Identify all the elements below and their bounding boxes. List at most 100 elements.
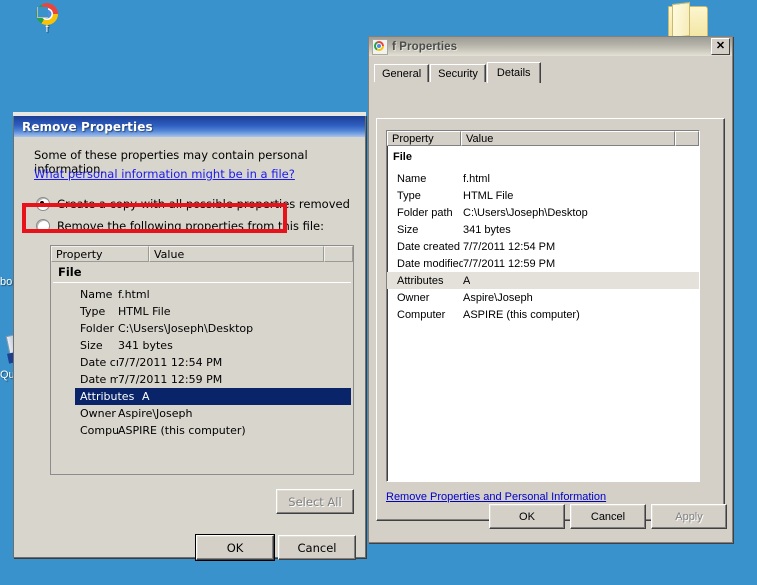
column-header-value[interactable]: Value (149, 246, 324, 262)
row-value: Aspire\Joseph (118, 407, 193, 420)
ok-button[interactable]: OK (195, 534, 275, 561)
row-property: Size (80, 339, 103, 352)
table-row[interactable]: Owner Aspire\Joseph (51, 405, 353, 422)
row-property: Owner (397, 291, 430, 304)
row-value: C:\Users\Joseph\Desktop (118, 322, 254, 335)
chrome-html-file-icon (16, 3, 78, 26)
row-property: Computer (397, 308, 446, 321)
remove-rows: Name f.html Type HTML File Folder path C… (51, 286, 353, 439)
row-value: f.html (463, 172, 490, 185)
table-row[interactable]: Size 341 bytes (51, 337, 353, 354)
row-value: ASPIRE (this computer) (463, 308, 580, 321)
table-row-selected[interactable]: Attributes A (75, 388, 351, 405)
tab-general[interactable]: General (374, 64, 430, 82)
desktop-background: f bo Qu f Properties ✕ General Security (0, 0, 757, 585)
details-rows: Name f.html Type HTML File Folder path C… (387, 170, 699, 323)
select-all-button: Select All (276, 489, 354, 514)
row-value: HTML File (118, 305, 171, 318)
radio-create-copy[interactable]: Create a copy with all possible properti… (36, 197, 350, 211)
remove-group-file: File (58, 265, 82, 279)
row-value: 7/7/2011 12:59 PM (118, 373, 223, 386)
column-header-value[interactable]: Value (461, 131, 675, 146)
row-value: HTML File (463, 189, 514, 202)
desktop-icon-f[interactable]: f (16, 3, 78, 35)
table-row[interactable]: Folder path C:\Users\Joseph\Desktop (387, 204, 699, 221)
row-property: Date created (80, 356, 118, 369)
table-row[interactable]: Date created 7/7/2011 12:54 PM (387, 238, 699, 255)
row-property: Folder path (80, 322, 118, 335)
table-row[interactable]: Name f.html (51, 286, 353, 303)
remove-listview[interactable]: Property Value File Name f.html Type HTM… (50, 245, 354, 475)
table-row[interactable]: Computer ASPIRE (this computer) (51, 422, 353, 439)
details-listview-header: Property Value (387, 131, 699, 146)
column-header-property[interactable]: Property (387, 131, 461, 146)
remove-properties-title: Remove Properties (22, 119, 153, 134)
row-value: C:\Users\Joseph\Desktop (463, 206, 588, 219)
tab-details-label: Details (496, 67, 531, 79)
remove-properties-dialog: Remove Properties Some of these properti… (13, 112, 366, 561)
tab-security-label: Security (438, 67, 478, 80)
radio-remove-following[interactable]: Remove the following properties from thi… (36, 219, 324, 233)
table-row[interactable]: Date modified 7/7/2011 12:59 PM (387, 255, 699, 272)
table-row[interactable]: Date modified 7/7/2011 12:59 PM (51, 371, 353, 388)
cancel-button[interactable]: Cancel (570, 504, 646, 529)
desktop-icon-bo-label: bo (0, 276, 13, 288)
column-header-property[interactable]: Property (51, 246, 149, 262)
row-property: Type (397, 189, 421, 202)
group-divider (53, 282, 351, 283)
table-row[interactable]: Size 341 bytes (387, 221, 699, 238)
row-value: 341 bytes (118, 339, 173, 352)
help-link[interactable]: What personal information might be in a … (34, 167, 295, 181)
radio-create-copy-label: Create a copy with all possible properti… (57, 197, 350, 211)
details-listview[interactable]: Property Value File Name f.html Type HTM… (386, 130, 700, 482)
table-row[interactable]: Type HTML File (387, 187, 699, 204)
table-row[interactable]: Owner Aspire\Joseph (387, 289, 699, 306)
remove-properties-titlebar[interactable]: Remove Properties (14, 116, 365, 137)
cancel-button[interactable]: Cancel (278, 535, 356, 560)
row-property: Attributes (397, 274, 444, 287)
row-value: 7/7/2011 12:54 PM (463, 240, 556, 253)
tab-general-label: General (382, 67, 422, 80)
table-row[interactable]: Date created 7/7/2011 12:54 PM (51, 354, 353, 371)
row-property: Type (80, 305, 106, 318)
row-property: Date modified (397, 257, 463, 270)
row-property: Size (397, 223, 419, 236)
tab-security[interactable]: Security (430, 64, 486, 82)
properties-dialog: f Properties ✕ General Security Details … (368, 36, 733, 543)
radio-remove-following-label: Remove the following properties from thi… (57, 219, 324, 233)
ok-button[interactable]: OK (489, 504, 565, 529)
column-header-extra[interactable] (324, 246, 353, 262)
folder-icon[interactable] (668, 2, 708, 38)
table-row[interactable]: Type HTML File (51, 303, 353, 320)
radio-remove-following-indicator (36, 219, 50, 233)
table-row-selected[interactable]: Attributes A (387, 272, 699, 289)
row-property: Folder path (397, 206, 453, 219)
tab-panel-details: Property Value File Name f.html Type HTM… (376, 118, 725, 521)
table-row[interactable]: Computer ASPIRE (this computer) (387, 306, 699, 323)
table-row[interactable]: Name f.html (387, 170, 699, 187)
row-value: A (142, 390, 150, 403)
radio-create-copy-indicator (36, 197, 50, 211)
chrome-file-icon (372, 38, 388, 55)
properties-titlebar[interactable]: f Properties ✕ (369, 37, 732, 56)
row-property: Computer (80, 424, 118, 437)
remove-properties-link[interactable]: Remove Properties and Personal Informati… (386, 491, 606, 503)
window-top-edge (13, 112, 366, 116)
row-value: ASPIRE (this computer) (118, 424, 246, 437)
table-row[interactable]: Folder path C:\Users\Joseph\Desktop (51, 320, 353, 337)
row-value: 7/7/2011 12:59 PM (463, 257, 556, 270)
column-header-extra[interactable] (675, 131, 699, 146)
row-property: Name (80, 288, 113, 301)
row-property: Date created (397, 240, 460, 253)
row-property: Date modified (80, 373, 118, 386)
row-value: f.html (118, 288, 150, 301)
row-value: 341 bytes (463, 223, 511, 236)
tab-details[interactable]: Details (486, 62, 541, 83)
row-property: Attributes (80, 390, 135, 403)
details-group-file: File (393, 151, 412, 163)
row-value: Aspire\Joseph (463, 291, 533, 304)
row-property: Name (397, 172, 427, 185)
close-button[interactable]: ✕ (711, 38, 730, 55)
properties-title: f Properties (392, 40, 458, 53)
remove-listview-header: Property Value (51, 246, 353, 262)
